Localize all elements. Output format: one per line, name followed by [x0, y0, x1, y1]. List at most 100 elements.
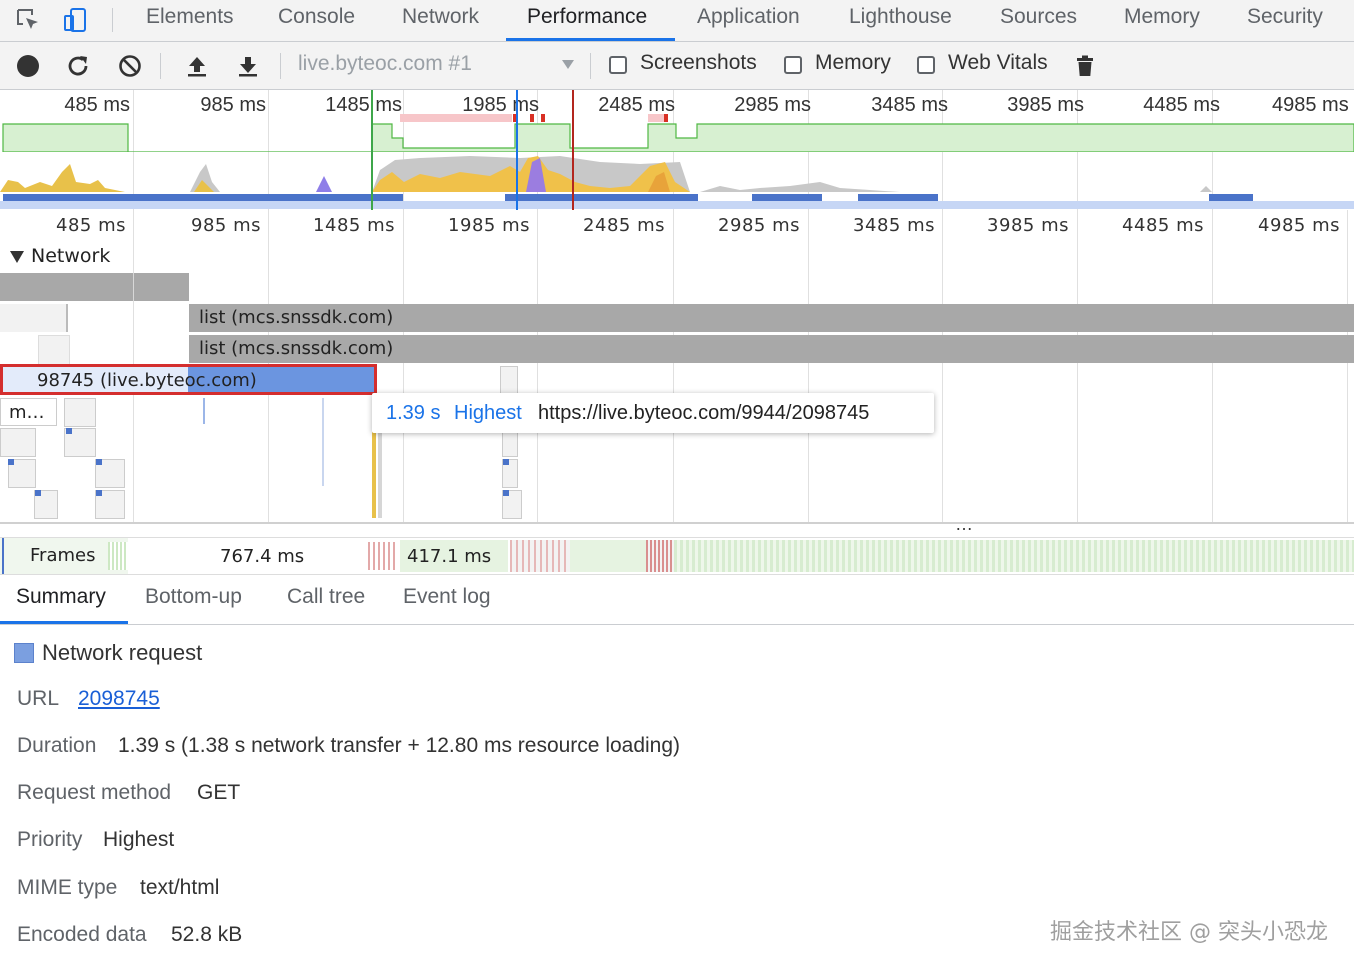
screenshots-label[interactable]: Screenshots — [640, 51, 757, 75]
request-bar-divider — [133, 273, 134, 301]
tab-performance[interactable]: Performance — [525, 0, 649, 41]
request-bar-label: 98745 (live.byteoc.com) — [37, 370, 257, 391]
tab-security[interactable]: Security — [1245, 0, 1325, 41]
screenshots-checkbox[interactable] — [609, 56, 627, 74]
expand-triangle-icon[interactable] — [10, 251, 24, 263]
network-overview-bar — [752, 194, 822, 201]
tab-call-tree[interactable]: Call tree — [287, 585, 365, 609]
inspect-element-icon[interactable] — [14, 6, 42, 34]
web-vitals-checkbox[interactable] — [917, 56, 935, 74]
toolbar-separator — [280, 53, 281, 79]
frame-ticks — [674, 540, 1354, 572]
tab-network[interactable]: Network — [400, 0, 481, 41]
request-bar[interactable] — [500, 366, 518, 396]
tab-separator — [112, 8, 113, 32]
timeline-gridline — [403, 210, 404, 522]
request-bar-label: list (mcs.snssdk.com) — [199, 338, 394, 359]
request-marker — [503, 490, 509, 496]
timeline-tick: 2485 ms — [583, 215, 665, 236]
request-marker — [96, 490, 102, 496]
timeline-gridline — [673, 210, 674, 522]
network-overview-bar — [858, 194, 938, 201]
request-bar[interactable]: list (mcs.snssdk.com) — [189, 304, 1354, 332]
active-details-tab-indicator — [0, 621, 128, 624]
request-marker — [8, 459, 14, 465]
web-vitals-label[interactable]: Web Vitals — [948, 51, 1048, 75]
device-toolbar-icon[interactable] — [62, 6, 90, 34]
timeline-tick: 485 ms — [56, 215, 126, 236]
priority-label: Priority — [17, 828, 83, 851]
tab-application[interactable]: Application — [695, 0, 802, 41]
timeline-overview[interactable]: 485 ms 985 ms 1485 ms 1985 ms 2485 ms 29… — [0, 90, 1354, 210]
duration-value: 1.39 s (1.38 s network transfer + 12.80 … — [118, 734, 681, 757]
tab-console[interactable]: Console — [276, 0, 357, 41]
frame-marker — [2, 538, 4, 574]
tab-bottom-up[interactable]: Bottom-up — [145, 585, 242, 609]
memory-checkbox[interactable] — [784, 56, 802, 74]
timeline-tick: 985 ms — [191, 215, 261, 236]
request-thin-bar — [378, 428, 382, 518]
request-bar[interactable]: m… — [0, 398, 57, 426]
timeline-gridline — [1212, 210, 1213, 522]
load-marker — [572, 90, 574, 210]
request-bar[interactable] — [0, 273, 189, 301]
tab-lighthouse[interactable]: Lighthouse — [847, 0, 954, 41]
cpu-activity-chart — [0, 156, 1212, 192]
toolbar-separator — [160, 53, 161, 79]
request-tooltip: 1.39 s Highest https://live.byteoc.com/9… — [372, 393, 934, 433]
record-icon[interactable] — [16, 54, 40, 78]
tooltip-priority: Highest — [454, 402, 522, 424]
resize-handle[interactable]: … — [955, 514, 973, 535]
network-track-title[interactable]: Network — [31, 245, 110, 267]
memory-label[interactable]: Memory — [815, 51, 891, 75]
selected-request-bar[interactable]: 98745 (live.byteoc.com) — [0, 364, 377, 395]
frames-track[interactable]: Frames 767.4 ms 417.1 ms — [0, 537, 1354, 575]
request-bar[interactable] — [0, 304, 68, 332]
priority-value: Highest — [103, 828, 175, 851]
request-bar[interactable] — [38, 335, 70, 365]
request-bar[interactable]: list (mcs.snssdk.com) — [189, 335, 1354, 363]
reload-icon[interactable] — [66, 54, 90, 78]
devtools-tab-bar: Elements Console Network Performance App… — [0, 0, 1354, 42]
category-swatch — [14, 643, 34, 663]
download-icon[interactable] — [236, 54, 260, 78]
tab-event-log[interactable]: Event log — [403, 585, 491, 609]
clear-icon[interactable] — [118, 54, 142, 78]
network-overview-bar — [1209, 194, 1253, 201]
active-tab-indicator — [506, 38, 675, 41]
timeline-gridline — [808, 210, 809, 522]
timeline-tick: 4985 ms — [1258, 215, 1340, 236]
tab-summary[interactable]: Summary — [16, 585, 106, 609]
request-bar[interactable] — [64, 398, 96, 427]
timeline-tick: 2985 ms — [718, 215, 800, 236]
toolbar-separator — [590, 53, 591, 79]
timeline-gridline — [1347, 210, 1348, 522]
panel-divider — [0, 522, 1354, 524]
upload-icon[interactable] — [185, 54, 209, 78]
profile-select[interactable]: live.byteoc.com #1 — [298, 52, 472, 76]
overview-selection-band — [0, 201, 1354, 209]
request-bar[interactable] — [0, 428, 36, 457]
request-marker — [96, 459, 102, 465]
method-label: Request method — [17, 781, 172, 804]
request-thin-bar — [203, 398, 205, 424]
network-overview-bar — [505, 194, 698, 201]
frame-block — [570, 540, 646, 572]
frame-duration-1: 767.4 ms — [220, 546, 305, 567]
network-overview-bar — [3, 194, 403, 201]
timeline-tick: 3985 ms — [987, 215, 1069, 236]
fcp-marker — [516, 90, 518, 210]
request-bar-label: list (mcs.snssdk.com) — [199, 307, 394, 328]
frame-ticks — [368, 542, 398, 570]
trash-icon[interactable] — [1073, 54, 1097, 78]
url-link[interactable]: 2098745 — [78, 687, 160, 711]
tab-sources[interactable]: Sources — [998, 0, 1079, 41]
timeline-gridline — [1077, 210, 1078, 522]
chevron-down-icon[interactable] — [561, 59, 575, 71]
tab-elements[interactable]: Elements — [144, 0, 236, 41]
tab-memory[interactable]: Memory — [1122, 0, 1202, 41]
encoded-label: Encoded data — [17, 923, 147, 946]
timeline-main[interactable]: 485 ms 985 ms 1485 ms 1985 ms 2485 ms 29… — [0, 210, 1354, 522]
timeline-gridline — [537, 210, 538, 522]
frame-ticks — [646, 540, 674, 572]
